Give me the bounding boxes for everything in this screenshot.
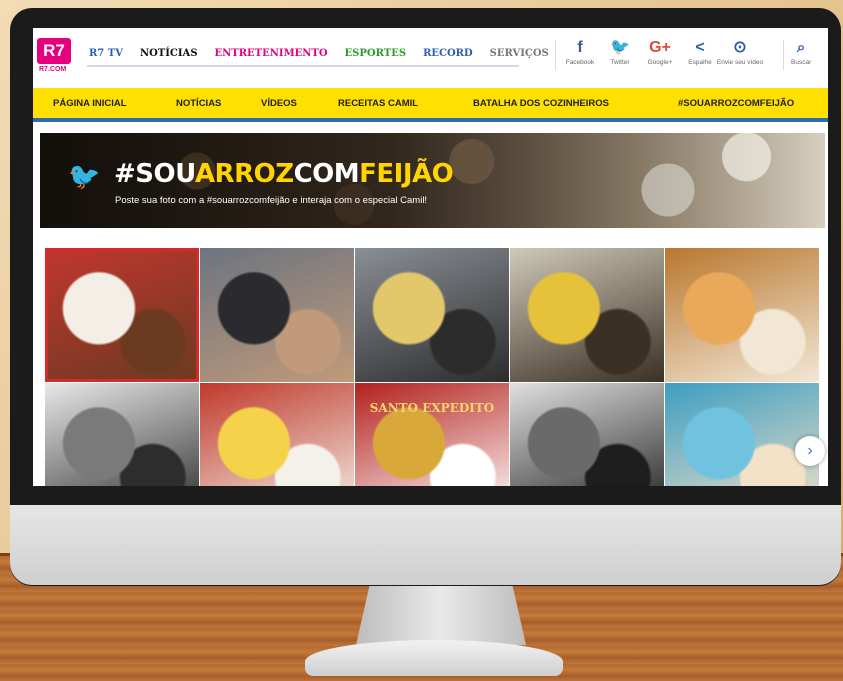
search-label: Buscar	[791, 59, 812, 66]
social-google-plus-button[interactable]: G+ Google+	[643, 39, 677, 66]
nav-item-record[interactable]: RECORD	[423, 48, 473, 59]
monitor-base	[305, 640, 563, 676]
nav-item-not-cias[interactable]: NOTÍCIAS	[140, 48, 198, 59]
photo-plates-rice[interactable]	[200, 383, 354, 486]
twitter-bird-icon: 🐦	[68, 161, 101, 191]
banner-hashtag: #SOUARROZCOMFEIJÃO	[114, 159, 454, 189]
photo-bearded-man[interactable]	[200, 248, 354, 382]
section-nav: PÁGINA INICIAL NOTÍCIAS VÍDEOS RECEITAS CAM…	[33, 88, 828, 118]
screen: R7 R7.COM R7 TV NOTÍCIAS ENTRETENIMENTO ESP…	[33, 28, 828, 486]
photo-plate-eggs[interactable]	[45, 248, 199, 382]
hashtag-banner: 🐦 #SOUARROZCOMFEIJÃO Poste sua foto com …	[40, 133, 825, 228]
section-nav-item[interactable]: NOTÍCIAS	[176, 98, 221, 109]
hashtag-part: FEIJÃO	[359, 159, 454, 189]
section-nav-item[interactable]: VÍDEOS	[261, 98, 297, 109]
section-nav-item[interactable]: RECEITAS CAMIL	[338, 98, 418, 109]
nav-item-entretenimento[interactable]: ENTRETENIMENTO	[215, 48, 328, 59]
section-nav-item[interactable]: BATALHA DOS COZINHEIROS	[473, 98, 609, 109]
social-upload-button[interactable]: ⊙ Envie seu vídeo	[717, 39, 763, 66]
hashtag-part: ARROZ	[194, 159, 294, 189]
hashtag-part: #SOU	[114, 159, 195, 189]
next-arrow-button[interactable]: ›	[795, 436, 825, 466]
photo-caption-text: SANTO EXPEDITO	[369, 401, 495, 415]
photo-kitchen-pots[interactable]	[355, 248, 509, 382]
search-button[interactable]: ⌕ Buscar	[791, 39, 811, 66]
header-divider-2	[783, 40, 784, 70]
facebook-icon: f	[577, 39, 583, 56]
main-nav: R7 TV NOTÍCIAS ENTRETENIMENTO ESPORTES RECOR…	[89, 48, 549, 59]
section-nav-item[interactable]: PÁGINA INICIAL	[53, 98, 127, 109]
photo-man-child[interactable]	[510, 383, 664, 486]
twitter-icon: 🐦	[610, 39, 630, 56]
social-label: Google+	[647, 59, 673, 66]
google-plus-icon: G+	[649, 39, 671, 56]
logo-subtext: R7.COM	[39, 66, 67, 73]
upload-icon: ⊙	[733, 39, 747, 56]
search-icon: ⌕	[796, 39, 806, 56]
social-share-button[interactable]: < Espalhe	[683, 39, 717, 66]
social-twitter-button[interactable]: 🐦 Twitter	[603, 39, 637, 66]
section-nav-item[interactable]: #SOUARROZCOMFEIJÃO	[678, 98, 794, 109]
r7-logo[interactable]: R7	[37, 38, 71, 64]
share-icon: <	[695, 39, 705, 56]
social-label: Espalhe	[688, 59, 712, 66]
social-label: Twitter	[610, 59, 630, 66]
nav-item-r7-tv[interactable]: R7 TV	[89, 48, 123, 59]
social-label: Facebook	[565, 59, 595, 66]
header-divider	[555, 40, 556, 70]
site-header: R7 R7.COM R7 TV NOTÍCIAS ENTRETENIMENTO ESP…	[33, 28, 828, 86]
photo-saint-card[interactable]	[665, 383, 819, 486]
photo-santo-expedito[interactable]: SANTO EXPEDITO	[355, 383, 509, 486]
nav-underline	[87, 65, 519, 67]
photo-chickpeas-bowl[interactable]	[665, 248, 819, 382]
photo-smiling-woman[interactable]	[45, 383, 199, 486]
hashtag-part: COM	[293, 159, 360, 189]
photo-woman-sunglasses[interactable]	[510, 248, 664, 382]
monitor-stand	[356, 585, 526, 645]
banner-subtitle: Poste sua foto com a #souarrozcomfeijão …	[115, 195, 428, 206]
monitor-chin	[10, 505, 841, 585]
nav-item-servi-os[interactable]: SERVIÇOS	[490, 48, 549, 59]
social-facebook-button[interactable]: f Facebook	[563, 39, 597, 66]
photo-grid: SANTO EXPEDITO	[45, 248, 819, 486]
section-nav-underline	[33, 118, 828, 122]
social-links: f Facebook 🐦 Twitter G+ Google+ < Espalhe ⊙ Envie…	[563, 39, 763, 66]
social-label: Envie seu vídeo	[716, 59, 764, 66]
nav-item-esportes[interactable]: ESPORTES	[345, 48, 407, 59]
